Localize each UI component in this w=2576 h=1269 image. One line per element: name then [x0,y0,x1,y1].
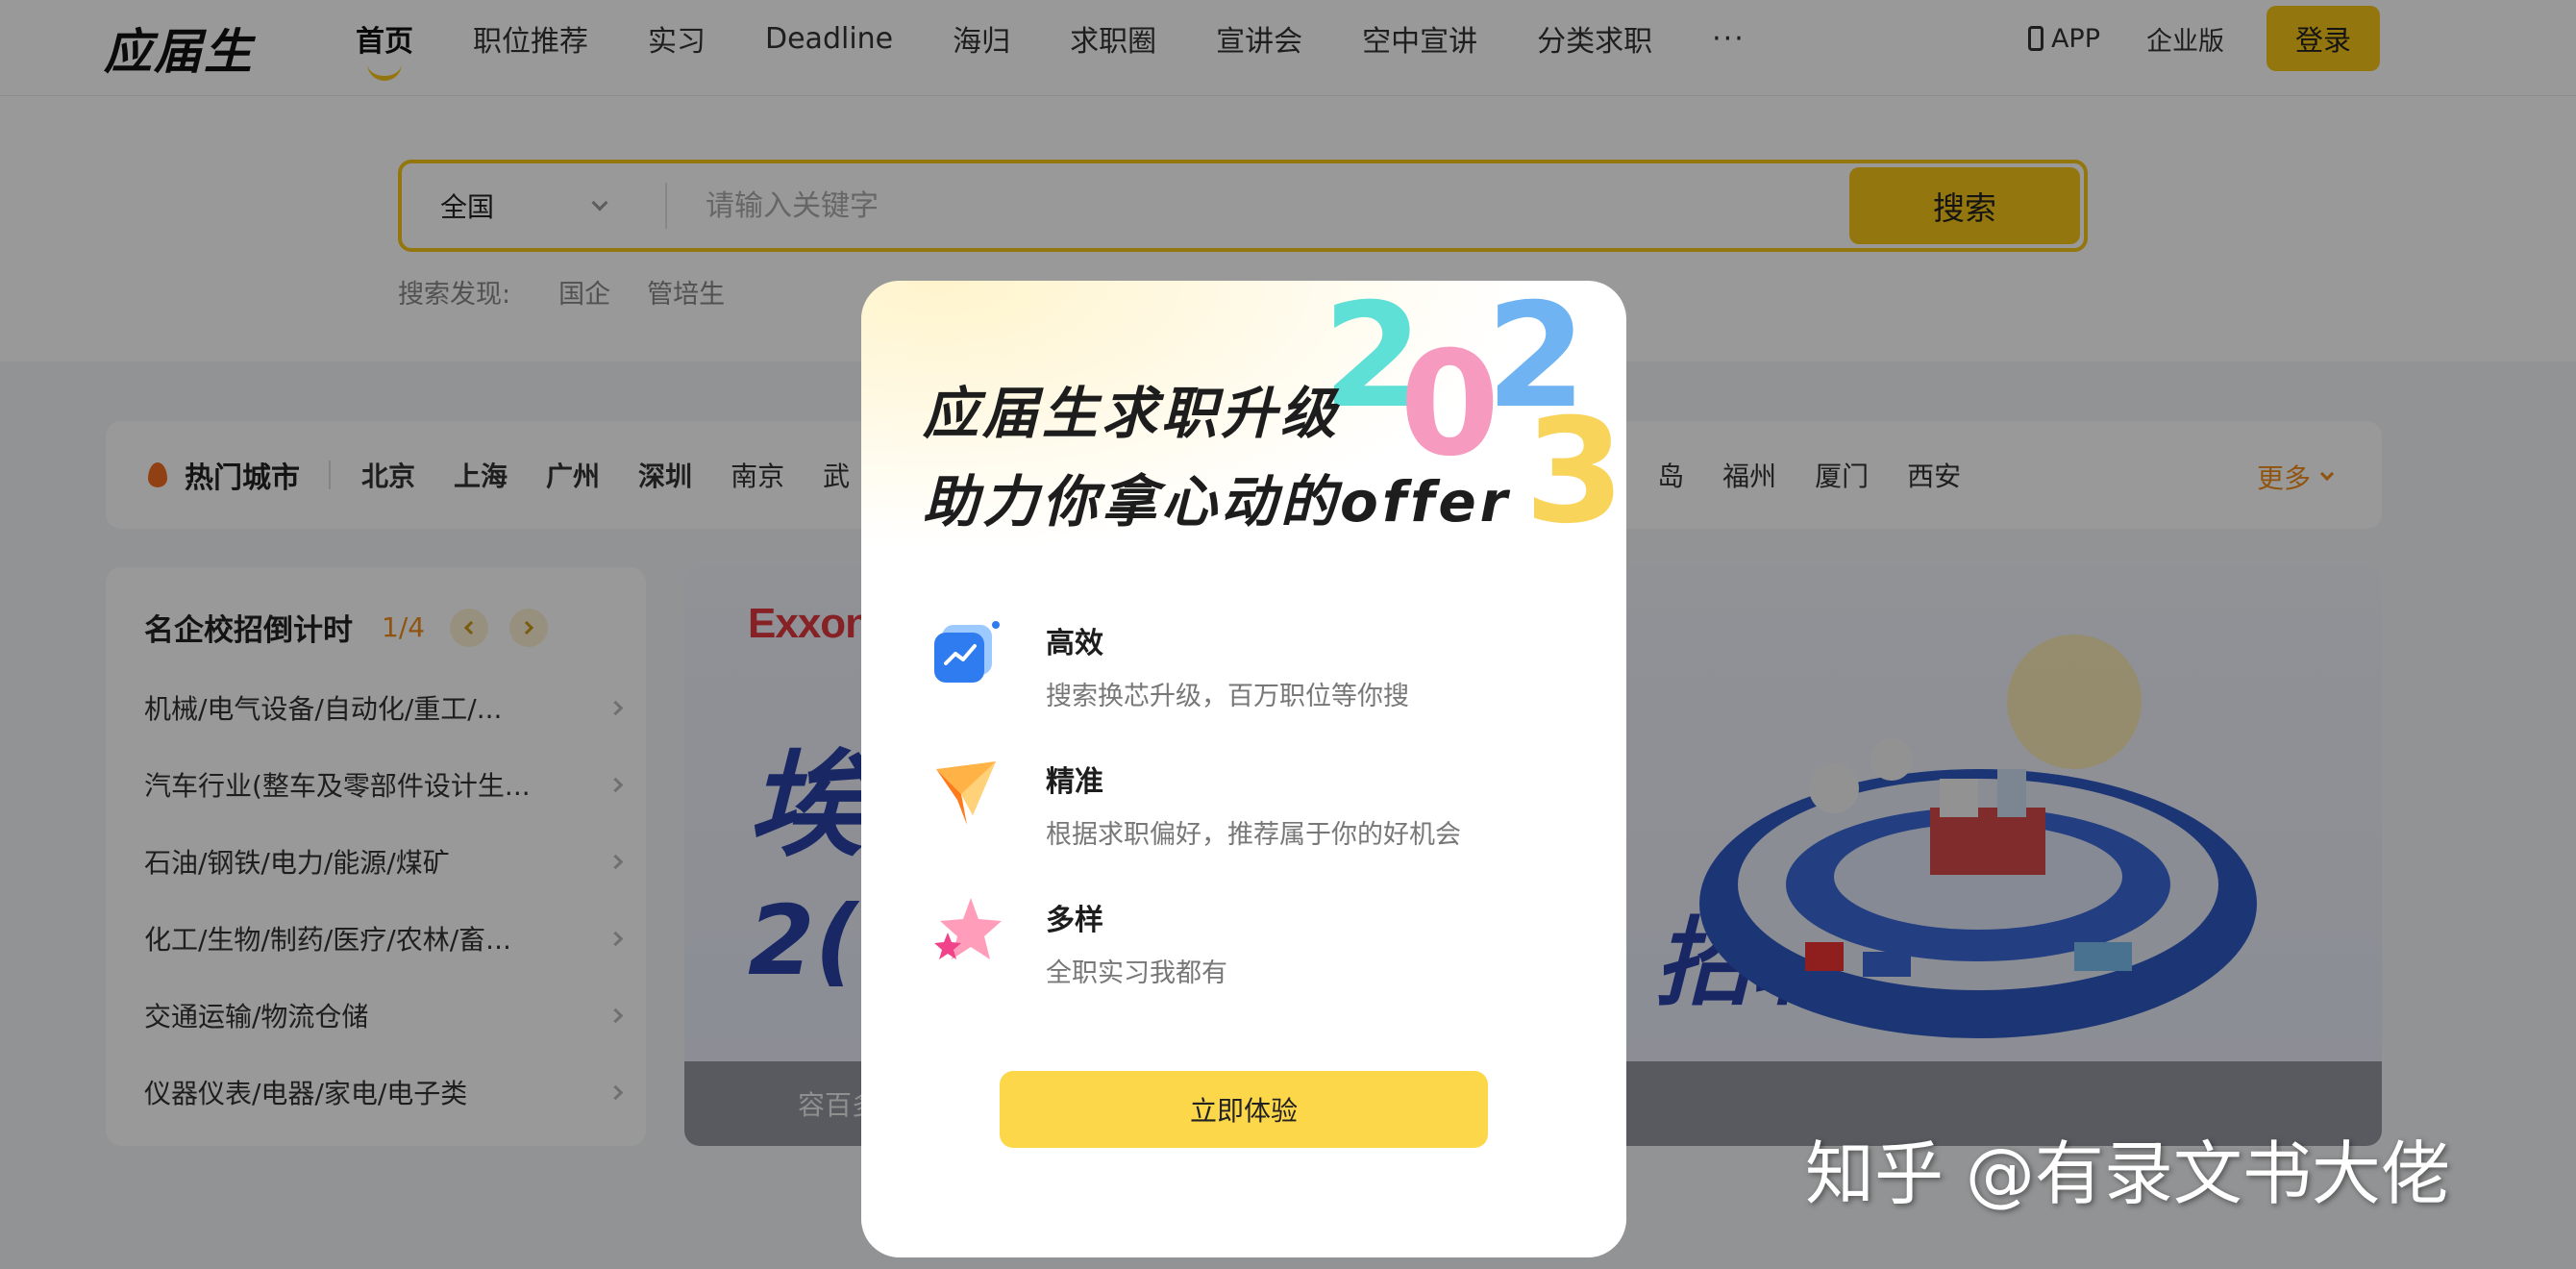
modal-title-line: 应届生求职升级 [923,381,1341,446]
upgrade-announcement-modal: 2 0 2 3 应届生求职升级 助力你拿心动的offer 高效 搜索换芯升级，百… [861,281,1626,1257]
feature-name: 精准 [1046,765,1103,799]
feature-name: 多样 [1046,904,1103,937]
feature-description: 搜索换芯升级，百万职位等你搜 [1046,682,1409,711]
try-now-button[interactable]: 立即体验 [1000,1071,1488,1148]
modal-title: 应届生求职升级 助力你拿心动的offer [923,369,1511,546]
feature-name: 高效 [1046,627,1103,660]
zhihu-watermark: 知乎 @有录文书大佬 [1805,1133,2450,1214]
feature-list: 高效 搜索换芯升级，百万职位等你搜 精准 根据求职偏好，推荐属于你的好机会 多样 [929,617,1563,1033]
year-digit: 3 [1524,388,1624,550]
feature-description: 全职实习我都有 [1046,958,1227,988]
star-icon [934,898,1002,959]
feature-item-precise: 精准 根据求职偏好，推荐属于你的好机会 [929,756,1563,894]
paper-plane-icon [936,761,996,825]
modal-title-line: 助力你拿心动的offer [923,469,1512,535]
chart-card-icon [934,621,1000,683]
feature-item-efficient: 高效 搜索换芯升级，百万职位等你搜 [929,617,1563,756]
feature-item-diverse: 多样 全职实习我都有 [929,894,1563,1033]
feature-description: 根据求职偏好，推荐属于你的好机会 [1046,820,1461,850]
